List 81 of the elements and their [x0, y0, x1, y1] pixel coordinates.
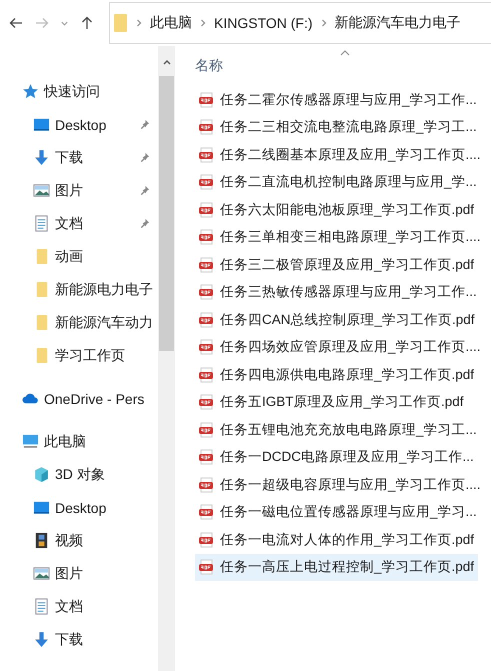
file-row[interactable]: 任务二霍尔传感器原理与应用_学习工作...: [195, 86, 481, 114]
nav-item[interactable]: 文档: [0, 207, 158, 240]
pdf-file-icon: [198, 366, 214, 383]
nav-item[interactable]: 新能源汽车动力: [0, 306, 158, 339]
cube-icon: [33, 466, 50, 483]
picture-icon: [33, 182, 50, 199]
chevron-right-icon: [200, 18, 206, 28]
pdf-file-icon: [198, 202, 214, 218]
file-row[interactable]: 任务一DCDC电路原理及应用_学习工作...: [195, 444, 478, 471]
scroll-up-icon[interactable]: [162, 58, 172, 66]
pdf-file-icon: [198, 312, 214, 328]
column-header[interactable]: 名称: [195, 57, 223, 75]
sort-caret-icon: [340, 50, 350, 56]
chevron-right-icon: [320, 18, 327, 28]
file-row[interactable]: 任务二线圈基本原理及应用_学习工作页....: [195, 141, 485, 168]
nav-item[interactable]: 下载: [0, 141, 158, 174]
address-bar[interactable]: 此电脑 KINGSTON (F:) 新能源汽车电力电子: [109, 2, 491, 44]
pdf-file-icon: [198, 92, 214, 108]
pin-icon[interactable]: [139, 119, 150, 130]
file-row[interactable]: 任务六太阳能电池板原理_学习工作页.pdf: [195, 196, 478, 224]
pdf-file-icon: [198, 146, 214, 163]
monitor-icon: [33, 499, 50, 516]
nav-item[interactable]: 图片: [0, 557, 158, 590]
download-arrow-icon: [33, 631, 50, 648]
pdf-file-icon: [198, 504, 214, 520]
pdf-file-icon: [198, 174, 214, 190]
nav-item[interactable]: 快速访问: [0, 75, 158, 108]
file-row[interactable]: 任务四场效应管原理及应用_学习工作页....: [195, 334, 485, 361]
nav-item[interactable]: 新能源电力电子: [0, 273, 158, 306]
document-icon: [33, 598, 50, 615]
nav-item[interactable]: 学习工作页: [0, 339, 158, 372]
file-row[interactable]: 任务二三相交流电整流电路原理_学习工...: [195, 114, 481, 141]
breadcrumb-item[interactable]: 新能源汽车电力电子: [334, 14, 461, 32]
chevron-right-icon: [136, 18, 142, 28]
file-row[interactable]: 任务一电流对人体的作用_学习工作页.pdf: [195, 526, 478, 554]
pdf-file-icon: [198, 284, 214, 300]
pdf-file-icon: [198, 119, 214, 136]
document-icon: [33, 215, 50, 232]
pin-icon[interactable]: [139, 218, 150, 229]
file-row[interactable]: 任务一磁电位置传感器原理与应用_学习...: [195, 498, 481, 526]
file-row[interactable]: 任务三热敏传感器原理与应用_学习工作...: [195, 278, 481, 306]
star-icon: [22, 83, 39, 100]
file-row[interactable]: 任务四CAN总线控制原理_学习工作页.pdf: [195, 306, 479, 334]
file-row[interactable]: 任务三二极管原理及应用_学习工作页.pdf: [195, 251, 478, 278]
film-icon: [33, 532, 50, 549]
nav-item[interactable]: 3D 对象: [0, 458, 158, 491]
breadcrumb-item[interactable]: KINGSTON (F:): [214, 15, 313, 31]
nav-item[interactable]: 下载: [0, 623, 158, 656]
nav-item[interactable]: 视频: [0, 524, 158, 557]
file-row[interactable]: 任务二直流电机控制电路原理与应用_学...: [195, 168, 481, 196]
nav-item[interactable]: OneDrive - Pers: [0, 382, 158, 415]
nav-item[interactable]: Desktop: [0, 108, 158, 141]
file-row[interactable]: 任务五IGBT原理及应用_学习工作页.pdf: [195, 388, 470, 416]
pdf-file-icon: [198, 559, 214, 576]
pin-icon[interactable]: [139, 152, 150, 163]
file-row[interactable]: 任务一高压上电过程控制_学习工作页.pdf: [195, 554, 478, 581]
computer-icon: [22, 433, 39, 450]
nav-item[interactable]: 动画: [0, 240, 158, 273]
picture-icon: [33, 565, 50, 582]
download-arrow-icon: [33, 149, 50, 166]
nav-item[interactable]: Desktop: [0, 491, 158, 524]
file-row[interactable]: 任务四电源供电电路原理_学习工作页.pdf: [195, 361, 478, 388]
pdf-file-icon: [198, 229, 214, 246]
pdf-file-icon: [198, 532, 214, 548]
nav-item[interactable]: 文档: [0, 590, 158, 623]
folder-icon: [114, 13, 128, 33]
file-row[interactable]: 任务一超级电容原理与应用_学习工作页....: [195, 471, 485, 498]
pdf-file-icon: [198, 256, 214, 273]
scrollbar[interactable]: [158, 46, 175, 671]
nav-item[interactable]: 此电脑: [0, 425, 158, 458]
file-row[interactable]: 任务五锂电池充充放电电路原理_学习工...: [195, 416, 481, 444]
pdf-file-icon: [198, 476, 214, 493]
monitor-icon: [33, 116, 50, 133]
nav-item[interactable]: 图片: [0, 174, 158, 207]
pdf-file-icon: [198, 449, 214, 466]
pdf-file-icon: [198, 394, 214, 410]
breadcrumb-item[interactable]: 此电脑: [150, 14, 192, 32]
pdf-file-icon: [198, 339, 214, 356]
pdf-file-icon: [198, 422, 214, 438]
file-row[interactable]: 任务三单相变三相电路原理_学习工作页....: [195, 224, 485, 251]
pin-icon[interactable]: [139, 185, 150, 196]
